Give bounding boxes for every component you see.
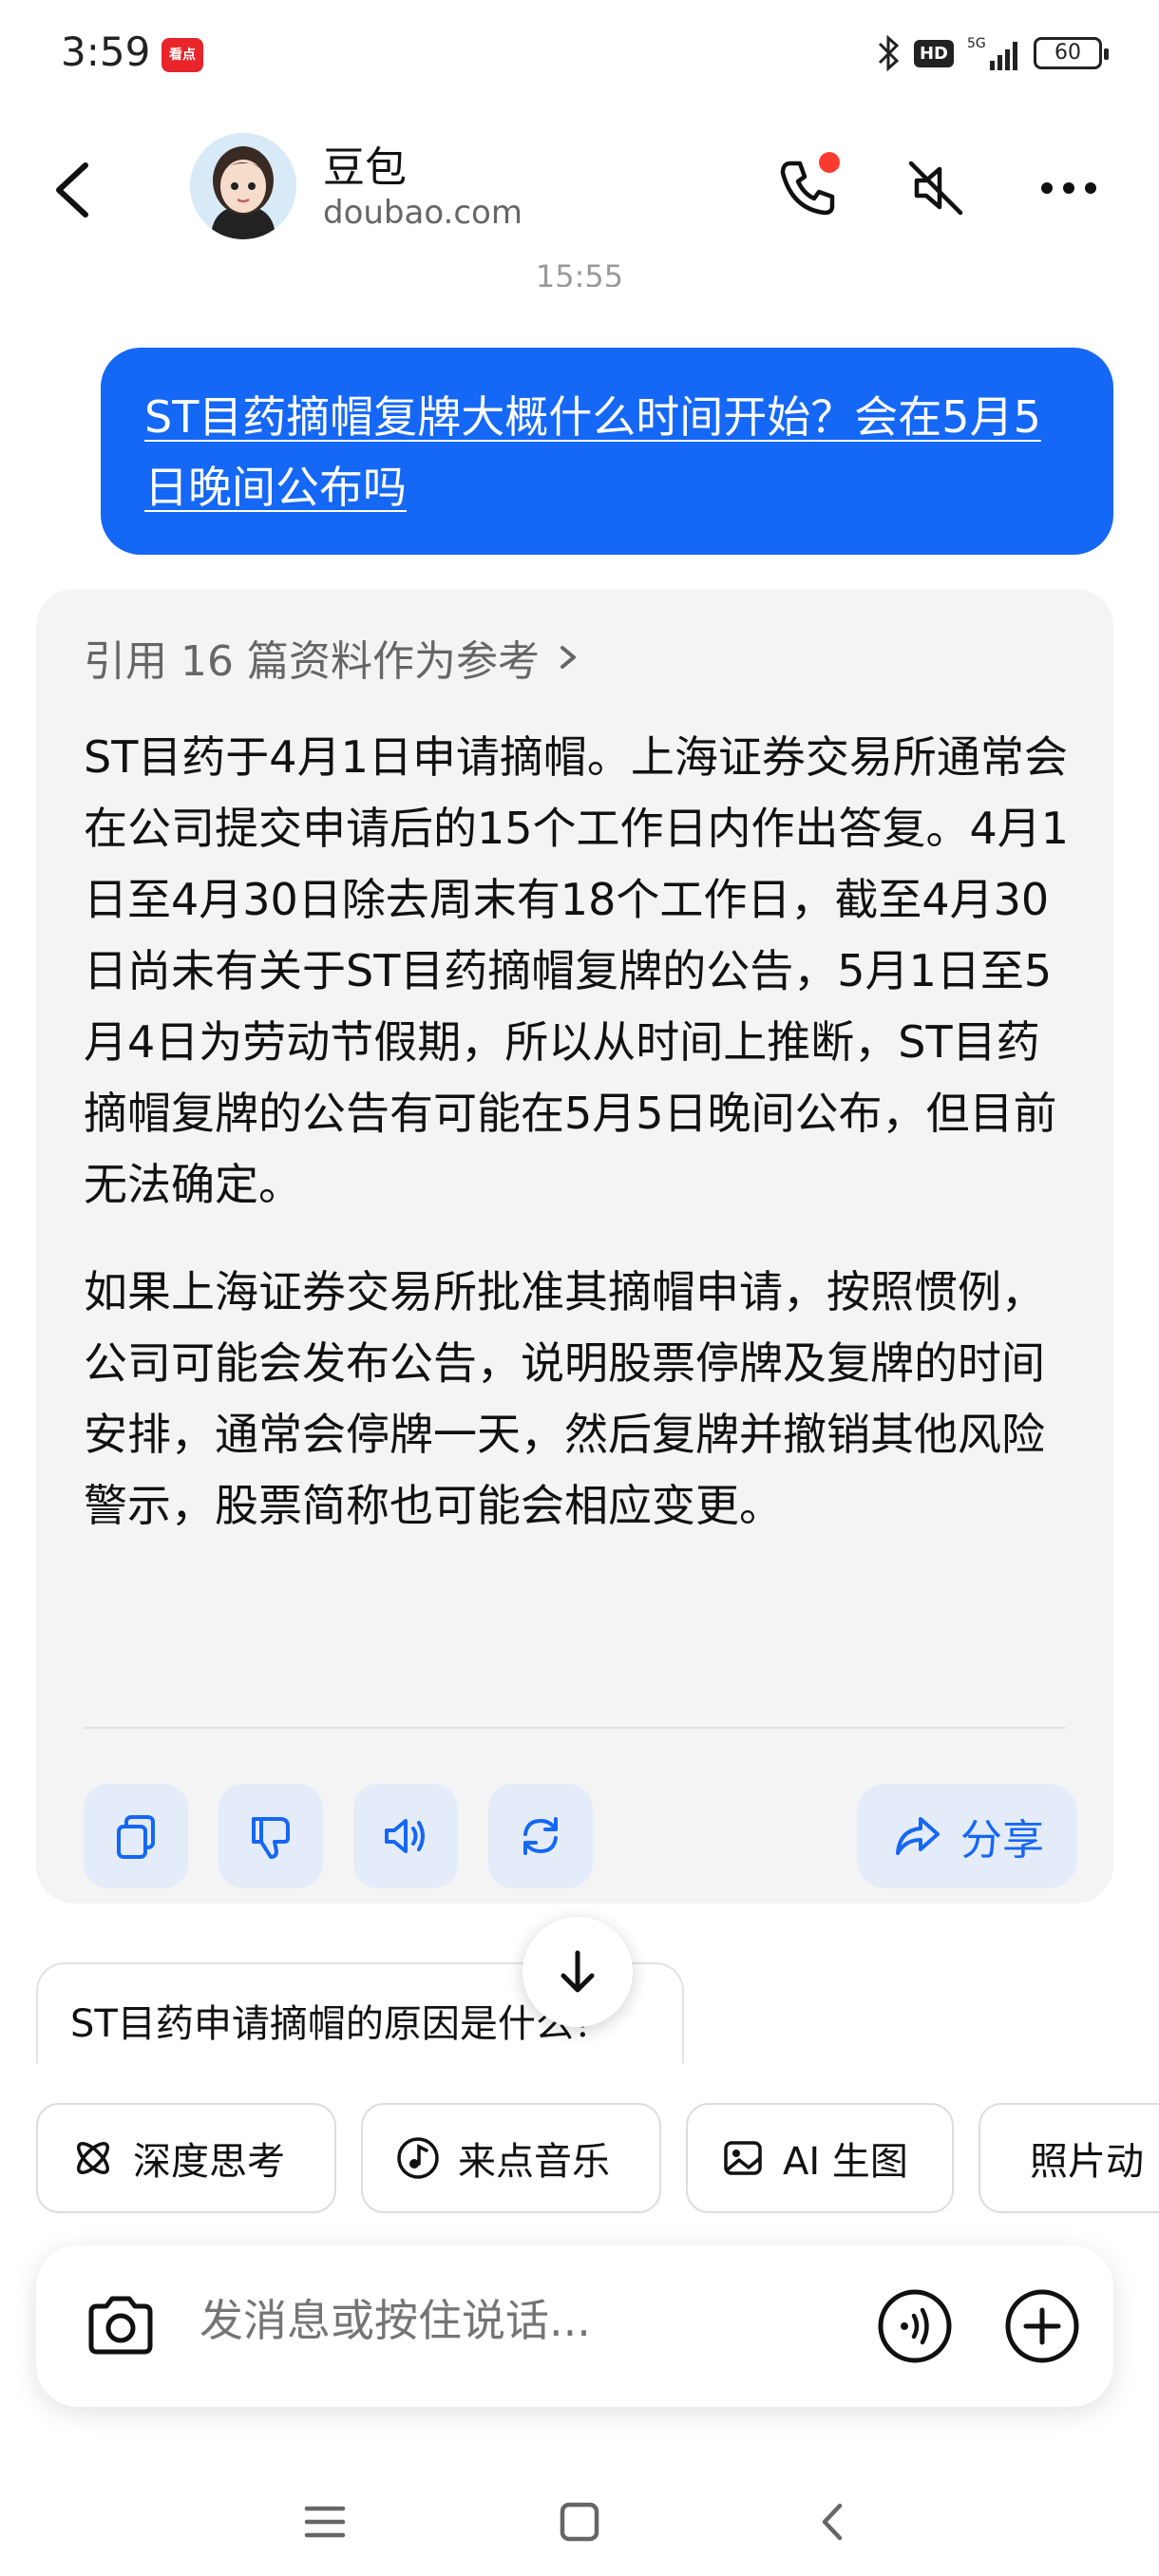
user-message-bubble[interactable]: ST目药摘帽复牌大概什么时间开始？会在5月5日晚间公布吗 xyxy=(101,348,1113,555)
thumbs-down-icon xyxy=(252,1817,290,1859)
chat-subtitle: doubao.com xyxy=(323,194,522,232)
answer-paragraph: ST目药于4月1日申请摘帽。上海证券交易所通常会在公司提交申请后的15个工作日内… xyxy=(84,731,1070,1210)
nav-menu-button[interactable] xyxy=(287,2489,363,2555)
chip-label: 深度思考 xyxy=(133,2140,285,2184)
chip-ai-image[interactable]: AI 生图 xyxy=(686,2103,954,2213)
call-notification-dot xyxy=(819,152,840,173)
music-note-icon xyxy=(397,2137,439,2179)
nav-home-button[interactable] xyxy=(542,2489,618,2555)
share-label: 分享 xyxy=(960,1816,1044,1865)
more-dots-icon xyxy=(1041,182,1096,194)
refresh-icon xyxy=(523,1817,558,1855)
share-icon xyxy=(896,1817,940,1855)
nav-back-button[interactable] xyxy=(794,2489,870,2555)
back-button[interactable] xyxy=(42,152,108,228)
atom-icon xyxy=(77,2142,109,2174)
message-input[interactable] xyxy=(200,2295,817,2346)
arrow-down-icon xyxy=(560,1950,595,1993)
camera-icon xyxy=(88,2296,153,2355)
scroll-to-bottom-button[interactable] xyxy=(522,1917,633,2027)
signal-icon: 5G xyxy=(967,36,1017,70)
back-triangle-icon xyxy=(822,2503,843,2541)
image-icon xyxy=(724,2141,762,2175)
hd-badge: HD xyxy=(913,39,954,67)
chevron-right-icon xyxy=(560,646,576,669)
more-options-button[interactable] xyxy=(1026,150,1112,226)
message-input-bar xyxy=(36,2245,1113,2407)
chip-deep-think[interactable]: 深度思考 xyxy=(36,2103,336,2213)
chat-header: 豆包 doubao.com xyxy=(0,123,1159,256)
voice-wave-icon xyxy=(878,2289,952,2363)
divider xyxy=(84,1727,1066,1729)
chip-photo-animate[interactable]: 照片动 xyxy=(978,2103,1159,2213)
chevron-left-icon xyxy=(56,162,88,218)
message-timestamp: 15:55 xyxy=(535,258,624,287)
plus-circle-icon xyxy=(1005,2289,1079,2363)
chip-label: 来点音乐 xyxy=(458,2140,610,2184)
system-nav-bar xyxy=(0,2470,1159,2576)
copy-icon xyxy=(117,1815,155,1859)
speaker-muted-icon xyxy=(908,161,963,216)
chat-title: 豆包 xyxy=(323,143,407,192)
regenerate-button[interactable] xyxy=(488,1784,593,1888)
status-indicators: HD 5G 60 xyxy=(876,34,1109,72)
answer-paragraph: 如果上海证券交易所批准其摘帽申请，按照惯例，公司可能会发布公告，说明股票停牌及复… xyxy=(84,1266,1045,1531)
answer-body: ST目药于4月1日申请摘帽。上海证券交易所通常会在公司提交申请后的15个工作日内… xyxy=(84,722,1081,1542)
camera-button[interactable] xyxy=(80,2285,162,2367)
battery-icon: 60 xyxy=(1034,37,1109,69)
chip-label: AI 生图 xyxy=(783,2140,908,2184)
add-attachment-button[interactable] xyxy=(1003,2287,1081,2365)
status-bar: 3:59 看点 HD 5G 60 xyxy=(0,0,1159,114)
voice-call-button[interactable] xyxy=(876,2287,954,2365)
user-message-text[interactable]: ST目药摘帽复牌大概什么时间开始？会在5月5日晚间公布吗 xyxy=(144,391,1041,513)
assistant-answer-card: 引用 16 篇资料作为参考 ST目药于4月1日申请摘帽。上海证券交易所通常会在公… xyxy=(36,589,1113,1904)
mute-button[interactable] xyxy=(898,150,974,226)
home-square-icon xyxy=(560,2502,599,2542)
share-button[interactable]: 分享 xyxy=(857,1784,1077,1888)
references-link[interactable]: 引用 16 篇资料作为参考 xyxy=(84,627,581,688)
chip-music[interactable]: 来点音乐 xyxy=(361,2103,661,2213)
copy-button[interactable] xyxy=(84,1784,188,1888)
avatar[interactable] xyxy=(190,133,296,239)
references-label: 引用 16 篇资料作为参考 xyxy=(84,637,540,686)
avatar-girl-icon xyxy=(190,133,296,239)
dislike-button[interactable] xyxy=(218,1784,323,1888)
svg-text:5G: 5G xyxy=(967,36,986,51)
read-aloud-button[interactable] xyxy=(353,1784,458,1888)
menu-icon xyxy=(304,2506,346,2538)
status-time: 3:59 xyxy=(61,28,151,75)
app-notification-icon: 看点 xyxy=(162,38,203,72)
speaker-icon xyxy=(385,1819,425,1853)
bluetooth-icon xyxy=(878,34,900,72)
chip-label: 照片动 xyxy=(1030,2140,1144,2184)
